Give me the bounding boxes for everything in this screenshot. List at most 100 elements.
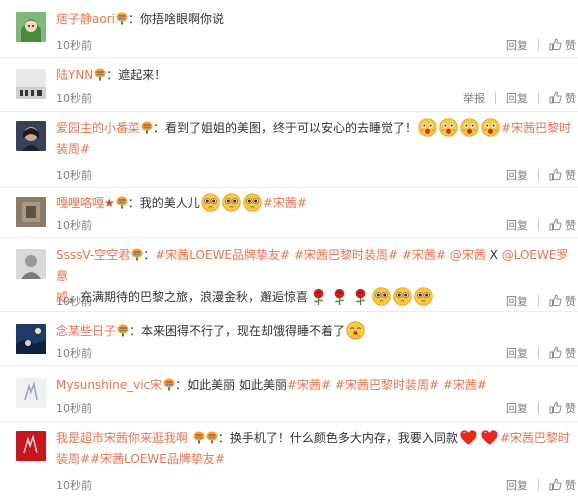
mention-link[interactable]: @宋茜 bbox=[450, 248, 486, 262]
staring-face-emoji-icon bbox=[222, 193, 241, 212]
avatar[interactable] bbox=[16, 378, 46, 408]
like-label: 赞 bbox=[565, 39, 576, 52]
thumbs-up-icon bbox=[549, 91, 562, 104]
vip-balloon-icon[interactable] bbox=[117, 324, 129, 337]
hashtag-link[interactable]: #宋茜巴黎时 bbox=[500, 431, 570, 445]
vip-balloon-icon[interactable] bbox=[206, 431, 218, 444]
vip-balloon-icon[interactable] bbox=[116, 12, 128, 25]
like-button[interactable]: 赞 bbox=[549, 477, 576, 493]
comment-text: 爱园主的小番菜 ：看到了姐姐的美图，终于可以安心的去睡觉了！ #宋茜巴黎时装周# bbox=[56, 118, 572, 160]
username-link[interactable]: 我是超市宋茜你来逛我啊 bbox=[56, 431, 188, 445]
like-button[interactable]: 赞 bbox=[549, 90, 576, 106]
star-badge-icon: ★ bbox=[104, 196, 115, 210]
username-link[interactable]: 痞子静aori bbox=[56, 12, 115, 26]
reply-button[interactable]: 回复 bbox=[506, 400, 528, 416]
timestamp: 10秒前 bbox=[56, 479, 92, 492]
username-link[interactable]: 念某些日子 bbox=[56, 324, 116, 338]
hashtag-link[interactable]: #宋茜LOEWE品牌挚友# bbox=[155, 248, 290, 262]
vip-balloon-icon[interactable] bbox=[116, 196, 128, 209]
comment-text: 痞子静aori ：你捂啥眼啊你说 bbox=[56, 9, 572, 30]
username-link[interactable]: 嘎哩咯嘎 bbox=[56, 196, 104, 210]
reply-button[interactable]: 回复 bbox=[506, 293, 528, 309]
like-button[interactable]: 赞 bbox=[549, 167, 576, 183]
reply-button[interactable]: 回复 bbox=[506, 217, 528, 233]
hashtag-link[interactable]: #宋茜# bbox=[287, 378, 331, 392]
thumbs-up-icon bbox=[549, 478, 562, 491]
like-label: 赞 bbox=[565, 295, 576, 308]
rose-emoji-icon bbox=[351, 287, 370, 306]
hashtag-link[interactable]: #宋茜巴黎时装周# bbox=[294, 248, 398, 262]
divider bbox=[538, 39, 539, 51]
timestamp: 10秒前 bbox=[56, 402, 92, 415]
comment-content: ：换手机了！什么颜色多大内存，我要入同款 bbox=[217, 431, 458, 445]
username-link[interactable]: 爱园主的小番菜 bbox=[56, 121, 140, 135]
reply-button[interactable]: 回复 bbox=[506, 477, 528, 493]
comment-item: 念某些日子 ：本来困得不行了，现在却饿得睡不着了 10秒前 回复 赞 bbox=[0, 312, 578, 366]
comment-item: 爱园主的小番菜 ：看到了姐姐的美图，终于可以安心的去睡觉了！ #宋茜巴黎时 装周# 1… bbox=[0, 112, 578, 188]
hashtag-link[interactable]: #宋茜LOEWE品牌挚友# bbox=[90, 452, 225, 466]
vip-balloon-icon[interactable] bbox=[131, 248, 143, 261]
avatar[interactable] bbox=[16, 431, 46, 461]
username-link[interactable]: SsssV-空空君 bbox=[56, 248, 130, 262]
vip-balloon-icon[interactable] bbox=[163, 378, 175, 391]
thumbs-up-icon bbox=[549, 294, 562, 307]
hashtag-link[interactable]: #宋茜# bbox=[402, 248, 446, 262]
divider bbox=[538, 295, 539, 307]
avatar[interactable] bbox=[16, 324, 46, 354]
like-button[interactable]: 赞 bbox=[549, 37, 576, 53]
avatar[interactable] bbox=[16, 197, 46, 227]
like-button[interactable]: 赞 bbox=[549, 400, 576, 416]
reply-button[interactable]: 回复 bbox=[506, 90, 528, 106]
comment-actions: 回复 赞 bbox=[496, 167, 576, 183]
timestamp: 10秒前 bbox=[56, 219, 92, 232]
avatar[interactable] bbox=[16, 249, 46, 279]
comment-actions: 回复 赞 bbox=[496, 345, 576, 361]
vip-balloon-icon[interactable] bbox=[141, 121, 153, 134]
hashtag-link[interactable]: #宋茜巴黎时 bbox=[501, 121, 571, 135]
shocked-face-emoji-icon bbox=[439, 118, 458, 137]
heart-emoji-icon bbox=[459, 428, 478, 447]
hashtag-link[interactable]: #宋茜# bbox=[443, 378, 487, 392]
reply-button[interactable]: 回复 bbox=[506, 37, 528, 53]
report-button[interactable]: 举报 bbox=[463, 90, 485, 106]
reply-button[interactable]: 回复 bbox=[506, 167, 528, 183]
comment-item: 我是超市宋茜你来逛我啊 ：换手机了！什么颜色多大内存，我要入同款 #宋茜巴黎时装周… bbox=[0, 422, 578, 498]
comment-text: SsssV-空空君 ：#宋茜LOEWE品牌挚友# #宋茜巴黎时装周# #宋茜# @… bbox=[56, 245, 572, 308]
comment-actions: 回复 赞 bbox=[496, 477, 576, 493]
username-link[interactable]: Mysunshine_vic宋 bbox=[56, 378, 162, 392]
shocked-face-emoji-icon bbox=[481, 118, 500, 137]
like-button[interactable]: 赞 bbox=[549, 293, 576, 309]
hashtag-link[interactable]: 装周# bbox=[56, 142, 90, 156]
like-label: 赞 bbox=[565, 219, 576, 232]
hashtag-link[interactable]: 装周# bbox=[56, 452, 90, 466]
avatar[interactable] bbox=[16, 12, 46, 42]
avatar[interactable] bbox=[16, 69, 46, 99]
comment-text: 嘎哩咯嘎★ ：我的美人儿 #宋茜# bbox=[56, 193, 572, 214]
comment-item: SsssV-空空君 ：#宋茜LOEWE品牌挚友# #宋茜巴黎时装周# #宋茜# @… bbox=[0, 238, 578, 312]
reply-button[interactable]: 回复 bbox=[506, 345, 528, 361]
timestamp: 10秒前 bbox=[56, 92, 92, 105]
like-label: 赞 bbox=[565, 92, 576, 105]
thumbs-up-icon bbox=[549, 346, 562, 359]
like-label: 赞 bbox=[565, 169, 576, 182]
comment-item: 陆YNN ：遮起来！ 10秒前 举报 回复 赞 bbox=[0, 58, 578, 112]
vip-balloon-icon[interactable] bbox=[94, 68, 106, 81]
vip-balloon-icon[interactable] bbox=[193, 431, 205, 444]
comment-content: ：如此美丽 如此美丽 bbox=[175, 378, 287, 392]
hashtag-link[interactable]: #宋茜# bbox=[263, 196, 307, 210]
staring-face-emoji-icon bbox=[393, 287, 412, 306]
like-button[interactable]: 赞 bbox=[549, 345, 576, 361]
comment-text: 我是超市宋茜你来逛我啊 ：换手机了！什么颜色多大内存，我要入同款 #宋茜巴黎时装周… bbox=[56, 428, 572, 470]
heart-emoji-icon bbox=[480, 428, 499, 447]
divider bbox=[538, 479, 539, 491]
username-link[interactable]: 陆YNN bbox=[56, 68, 93, 82]
comment-content: ：看到了姐姐的美图，终于可以安心的去睡觉了！ bbox=[153, 121, 418, 135]
comment-actions: 举报 回复 赞 bbox=[453, 90, 576, 106]
avatar[interactable] bbox=[16, 121, 46, 151]
divider bbox=[538, 92, 539, 104]
thumbs-up-icon bbox=[549, 38, 562, 51]
hashtag-link[interactable]: #宋茜巴黎时装周# bbox=[335, 378, 439, 392]
like-button[interactable]: 赞 bbox=[549, 217, 576, 233]
comment-text: 陆YNN ：遮起来！ bbox=[56, 65, 572, 86]
staring-face-emoji-icon bbox=[201, 193, 220, 212]
